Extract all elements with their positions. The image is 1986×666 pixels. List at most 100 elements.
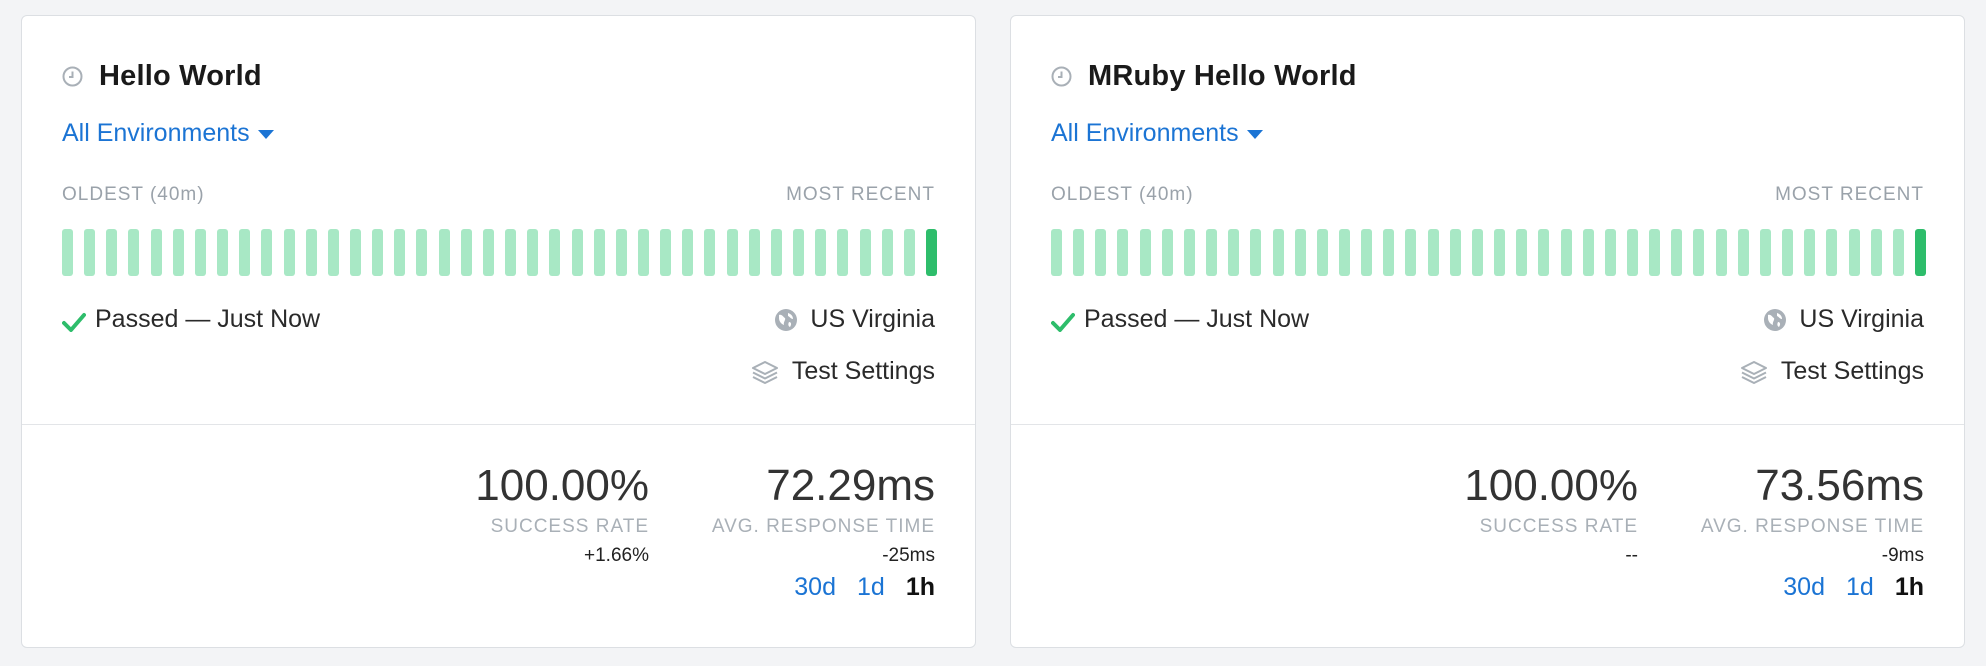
range-1d-link[interactable]: 1d xyxy=(857,573,885,602)
range-30d-link[interactable]: 30d xyxy=(794,573,836,602)
run-bar[interactable] xyxy=(1427,229,1439,276)
run-bar[interactable] xyxy=(571,229,583,276)
run-bar[interactable] xyxy=(1161,229,1173,276)
run-bar[interactable] xyxy=(903,229,915,276)
run-bar[interactable] xyxy=(327,229,339,276)
run-bar[interactable] xyxy=(305,229,317,276)
run-bar[interactable] xyxy=(1826,229,1838,276)
layers-icon xyxy=(1739,359,1769,385)
run-bar[interactable] xyxy=(1494,229,1506,276)
run-bar[interactable] xyxy=(1361,229,1373,276)
run-bar[interactable] xyxy=(881,229,893,276)
run-bar[interactable] xyxy=(770,229,782,276)
run-bar[interactable] xyxy=(62,229,73,276)
run-bar[interactable] xyxy=(438,229,450,276)
run-bar[interactable] xyxy=(527,229,539,276)
run-bar[interactable] xyxy=(128,229,140,276)
run-bar[interactable] xyxy=(1848,229,1860,276)
run-bar[interactable] xyxy=(1516,229,1528,276)
run-bar[interactable] xyxy=(1183,229,1195,276)
run-bar[interactable] xyxy=(859,229,871,276)
environment-dropdown[interactable]: All Environments xyxy=(1051,119,1263,148)
run-bar[interactable] xyxy=(682,229,694,276)
check-title[interactable]: MRuby Hello World xyxy=(1088,60,1357,93)
run-bar[interactable] xyxy=(1206,229,1218,276)
check-title[interactable]: Hello World xyxy=(99,60,262,93)
run-bar[interactable] xyxy=(1582,229,1594,276)
run-bar[interactable] xyxy=(460,229,472,276)
range-1h-link[interactable]: 1h xyxy=(906,573,935,602)
run-bar[interactable] xyxy=(1892,229,1904,276)
environment-dropdown[interactable]: All Environments xyxy=(62,119,274,148)
response-time-label: AVG. RESPONSE TIME xyxy=(711,516,935,537)
run-bar[interactable] xyxy=(615,229,627,276)
check-icon xyxy=(1051,310,1075,332)
run-bar-latest[interactable] xyxy=(926,229,937,276)
run-bar[interactable] xyxy=(394,229,406,276)
run-bar[interactable] xyxy=(1228,229,1240,276)
run-bar[interactable] xyxy=(482,229,494,276)
check-card-metrics: 100.00% SUCCESS RATE -- 73.56ms AVG. RES… xyxy=(1011,425,1964,647)
run-bar[interactable] xyxy=(84,229,96,276)
check-card-summary: MRuby Hello World All Environments OLDES… xyxy=(1011,16,1964,425)
run-bar[interactable] xyxy=(1051,229,1062,276)
run-bar[interactable] xyxy=(1715,229,1727,276)
environment-label: All Environments xyxy=(62,119,250,147)
run-bar[interactable] xyxy=(1560,229,1572,276)
run-bar[interactable] xyxy=(1538,229,1550,276)
run-bar[interactable] xyxy=(1405,229,1417,276)
run-bar[interactable] xyxy=(815,229,827,276)
range-30d-link[interactable]: 30d xyxy=(1783,573,1825,602)
run-bar[interactable] xyxy=(793,229,805,276)
run-bar[interactable] xyxy=(638,229,649,276)
run-bar[interactable] xyxy=(1804,229,1816,276)
run-bar[interactable] xyxy=(1737,229,1749,276)
run-bar[interactable] xyxy=(1693,229,1705,276)
run-bar[interactable] xyxy=(1649,229,1661,276)
run-bar[interactable] xyxy=(106,229,118,276)
run-bar[interactable] xyxy=(1449,229,1461,276)
run-bar[interactable] xyxy=(1250,229,1262,276)
run-bar[interactable] xyxy=(283,229,295,276)
layers-icon xyxy=(750,359,780,385)
range-1d-link[interactable]: 1d xyxy=(1846,573,1874,602)
run-bar[interactable] xyxy=(372,229,384,276)
run-bar[interactable] xyxy=(1782,229,1794,276)
run-bar[interactable] xyxy=(1383,229,1395,276)
run-bar[interactable] xyxy=(1117,229,1129,276)
run-bar[interactable] xyxy=(1095,229,1107,276)
run-bar[interactable] xyxy=(261,229,273,276)
run-bar-latest[interactable] xyxy=(1915,229,1926,276)
run-bar[interactable] xyxy=(1759,229,1771,276)
run-bar[interactable] xyxy=(1471,229,1483,276)
run-bar[interactable] xyxy=(239,229,251,276)
test-settings-link[interactable]: Test Settings xyxy=(1739,357,1924,386)
run-bar[interactable] xyxy=(217,229,229,276)
run-bar[interactable] xyxy=(194,229,206,276)
test-settings-link[interactable]: Test Settings xyxy=(750,357,935,386)
run-bar[interactable] xyxy=(1339,229,1350,276)
run-bar[interactable] xyxy=(549,229,561,276)
run-bar[interactable] xyxy=(172,229,184,276)
run-bar[interactable] xyxy=(726,229,738,276)
run-bar[interactable] xyxy=(416,229,428,276)
run-bar[interactable] xyxy=(1316,229,1328,276)
run-bar[interactable] xyxy=(1627,229,1638,276)
run-bar[interactable] xyxy=(837,229,849,276)
run-bar[interactable] xyxy=(1294,229,1306,276)
run-bar[interactable] xyxy=(1073,229,1085,276)
run-bar[interactable] xyxy=(748,229,760,276)
run-bar[interactable] xyxy=(1671,229,1683,276)
run-bar[interactable] xyxy=(1604,229,1616,276)
run-bar[interactable] xyxy=(505,229,517,276)
caret-down-icon xyxy=(1246,130,1263,139)
run-bar[interactable] xyxy=(704,229,716,276)
range-1h-link[interactable]: 1h xyxy=(1895,573,1924,602)
run-bar[interactable] xyxy=(150,229,162,276)
run-bar[interactable] xyxy=(350,229,361,276)
run-bar[interactable] xyxy=(1272,229,1284,276)
run-bar[interactable] xyxy=(1870,229,1882,276)
run-bar[interactable] xyxy=(593,229,605,276)
run-bar[interactable] xyxy=(660,229,672,276)
run-bar[interactable] xyxy=(1139,229,1151,276)
